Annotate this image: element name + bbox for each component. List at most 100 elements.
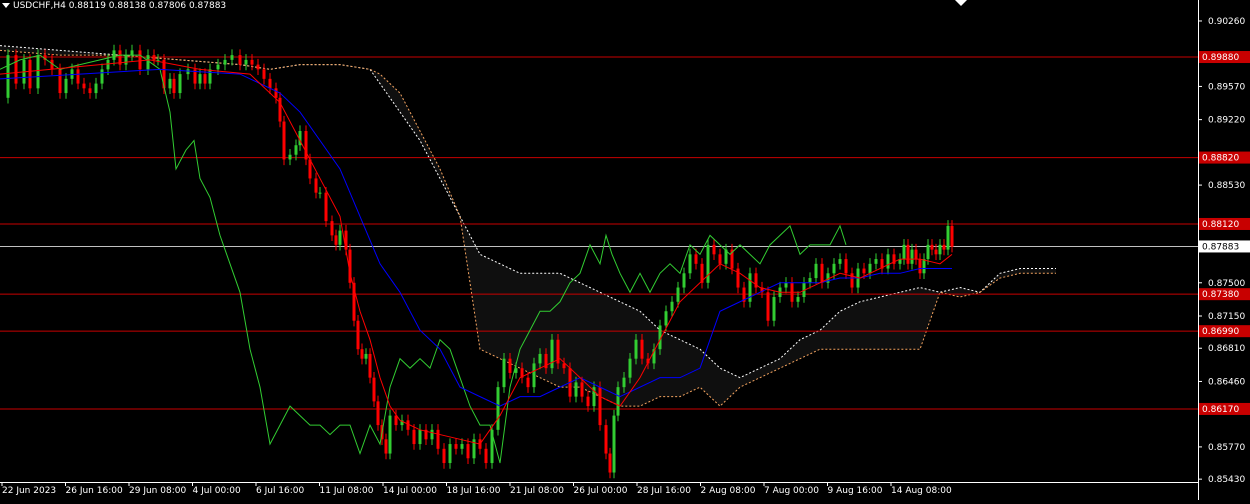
candle-body: [314, 178, 318, 193]
candle-body: [244, 59, 248, 65]
candle-body: [268, 78, 272, 89]
x-tick-label: 18 Jul 16:00: [447, 486, 501, 496]
candle-body: [6, 55, 10, 98]
candle-body: [914, 249, 918, 260]
candle-body: [168, 78, 172, 89]
candle-body: [586, 396, 590, 407]
candle-body: [238, 55, 242, 65]
y-tick-label: 0.86810: [1208, 344, 1245, 354]
candle-body: [318, 192, 322, 194]
candle-body: [820, 263, 824, 283]
ohlc-values: 0.88119 0.88138 0.87806 0.87883: [68, 1, 227, 11]
candle-body: [178, 74, 182, 94]
candle-body: [484, 448, 488, 464]
candle-body: [772, 297, 776, 321]
candle-body: [376, 401, 380, 426]
x-tick-label: 21 Jul 08:00: [510, 486, 564, 496]
candle-body: [124, 55, 128, 65]
x-tick-label: 26 Jun 16:00: [66, 486, 123, 496]
chart-canvas[interactable]: 0.90260 0.89570 0.89220 0.88530 0.87500 0.871…: [0, 0, 1250, 500]
candle-body: [604, 425, 608, 454]
candle-body: [356, 320, 360, 350]
candle-body: [360, 349, 364, 359]
level-price-label: 0.88120: [1202, 220, 1239, 230]
candle-body: [832, 263, 836, 274]
candle-body: [146, 55, 150, 70]
candle-body: [532, 363, 536, 388]
x-tick-label: 26 Jul 00:00: [574, 486, 628, 496]
x-tick-label: 11 Jul 08:00: [320, 486, 374, 496]
y-tick-label: 0.88530: [1208, 181, 1245, 191]
chart-shift-arrow-icon[interactable]: [955, 0, 967, 6]
candle-body: [334, 235, 338, 245]
candle-body: [216, 64, 220, 70]
current-price-label: 0.87883: [1202, 242, 1239, 252]
candle-body: [664, 311, 668, 326]
candle-body: [508, 358, 512, 373]
candle-body: [682, 273, 686, 288]
x-tick-label: 14 Aug 08:00: [891, 486, 952, 496]
candle-body: [442, 448, 446, 464]
candle-body: [942, 244, 946, 250]
candle-body: [838, 259, 842, 264]
candle-body: [106, 59, 110, 70]
candle-body: [82, 83, 86, 89]
candle-body: [918, 259, 922, 274]
candle-body: [418, 429, 422, 445]
price-chart[interactable]: 0.90260 0.89570 0.89220 0.88530 0.87500 0.871…: [0, 0, 1250, 500]
candle-body: [938, 244, 942, 255]
dropdown-triangle-icon[interactable]: [2, 3, 10, 8]
candle-body: [262, 69, 266, 79]
candle-body: [324, 192, 328, 222]
x-tick-label: 6 Jul 16:00: [256, 486, 305, 496]
level-price-label: 0.88820: [1202, 154, 1239, 164]
candle-body: [902, 244, 906, 260]
candle-body: [460, 444, 464, 449]
candle-body: [526, 377, 530, 388]
candle-body: [304, 131, 308, 160]
symbol-label: USDCHF,H4: [13, 1, 66, 11]
candle-body: [198, 74, 202, 84]
kijun-sen-line: [0, 68, 952, 407]
x-tick-label: 29 Jun 08:00: [129, 486, 186, 496]
candle-body: [454, 444, 458, 449]
candle-body: [282, 121, 286, 160]
candle-body: [230, 55, 234, 60]
candle-body: [94, 83, 98, 94]
candle-body: [868, 263, 872, 274]
candle-body: [796, 297, 800, 302]
candle-body: [388, 415, 392, 454]
candle-body: [186, 69, 190, 75]
kumo-cloud: [0, 45, 1056, 407]
y-tick-label: 0.90260: [1208, 17, 1245, 27]
level-price-label: 0.89880: [1202, 53, 1239, 63]
candle-body: [608, 453, 612, 473]
x-tick-label: 14 Jul 00:00: [383, 486, 437, 496]
candle-body: [784, 282, 788, 288]
candle-body: [36, 55, 40, 89]
y-tick-label: 0.87150: [1208, 312, 1245, 322]
candle-body: [862, 268, 866, 274]
candle-body: [152, 55, 156, 60]
candle-body: [28, 59, 32, 89]
candle-body: [946, 225, 950, 250]
chart-header: USDCHF,H4 0.88119 0.88138 0.87806 0.8788…: [2, 1, 226, 11]
candle-body: [466, 444, 470, 459]
candle-body: [64, 78, 68, 94]
candle-body: [288, 154, 292, 160]
candle-body: [130, 50, 134, 56]
candle-body: [910, 249, 914, 264]
candle-body: [100, 69, 104, 84]
candle-body: [138, 50, 142, 70]
candle-body: [766, 292, 770, 321]
candle-body: [430, 429, 434, 440]
y-tick-label: 0.87500: [1208, 279, 1245, 289]
candle-body: [598, 387, 602, 426]
candle-body: [112, 50, 116, 60]
candle-body: [950, 225, 954, 247]
x-tick-label: 22 Jun 2023: [2, 486, 56, 496]
candle-body: [634, 339, 638, 359]
candle-body: [223, 59, 227, 65]
candle-body: [574, 382, 578, 397]
x-tick-label: 2 Aug 08:00: [701, 486, 756, 496]
